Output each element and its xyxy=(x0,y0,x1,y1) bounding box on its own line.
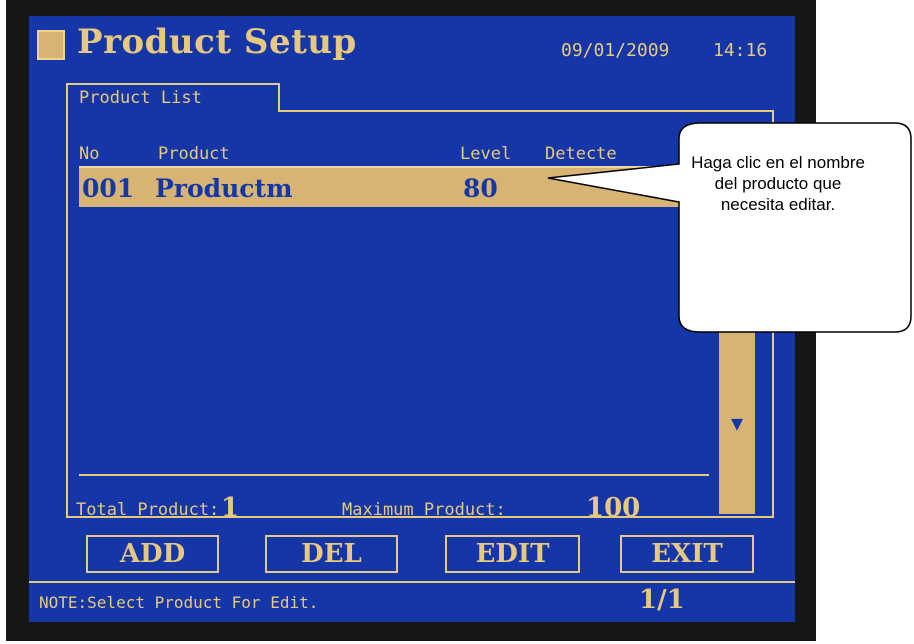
page-title: Product Setup xyxy=(77,22,357,62)
column-header-detected: Detecte xyxy=(545,144,617,164)
title-square-icon xyxy=(37,30,65,60)
row-level: 80 xyxy=(463,174,498,203)
lcd-screen: Product Setup 09/01/2009 14:16 Product L… xyxy=(29,16,795,622)
del-button[interactable]: DEL xyxy=(265,535,398,573)
date-display: 09/01/2009 xyxy=(561,40,670,61)
total-product-label: Total Product: xyxy=(76,500,220,520)
row-product-name[interactable]: Productm xyxy=(155,174,293,203)
status-note: NOTE:Select Product For Edit. xyxy=(39,593,319,612)
page-indicator: 1/1 xyxy=(639,585,685,615)
max-product-label: Maximum Product: xyxy=(342,500,506,520)
down-arrow-icon[interactable]: ▼ xyxy=(719,411,755,435)
scrollbar[interactable]: ▼ xyxy=(719,331,755,514)
time-display: 14:16 xyxy=(713,40,768,61)
callout-text: Haga clic en el nombre del producto que … xyxy=(691,153,865,214)
column-header-product: Product xyxy=(158,144,230,164)
row-no: 001 xyxy=(82,174,135,203)
max-product-value: 100 xyxy=(586,493,641,523)
total-product-value: 1 xyxy=(221,493,240,523)
exit-button[interactable]: EXIT xyxy=(620,535,754,573)
column-header-no: No xyxy=(79,144,100,164)
add-button[interactable]: ADD xyxy=(86,535,219,573)
title-bar: Product Setup 09/01/2009 14:16 xyxy=(29,16,795,72)
tab-product-list[interactable]: Product List xyxy=(66,83,280,112)
edit-button[interactable]: EDIT xyxy=(445,535,580,573)
column-header-level: Level xyxy=(460,144,512,164)
status-bar: NOTE:Select Product For Edit. 1/1 xyxy=(29,581,795,622)
list-divider xyxy=(79,474,709,476)
